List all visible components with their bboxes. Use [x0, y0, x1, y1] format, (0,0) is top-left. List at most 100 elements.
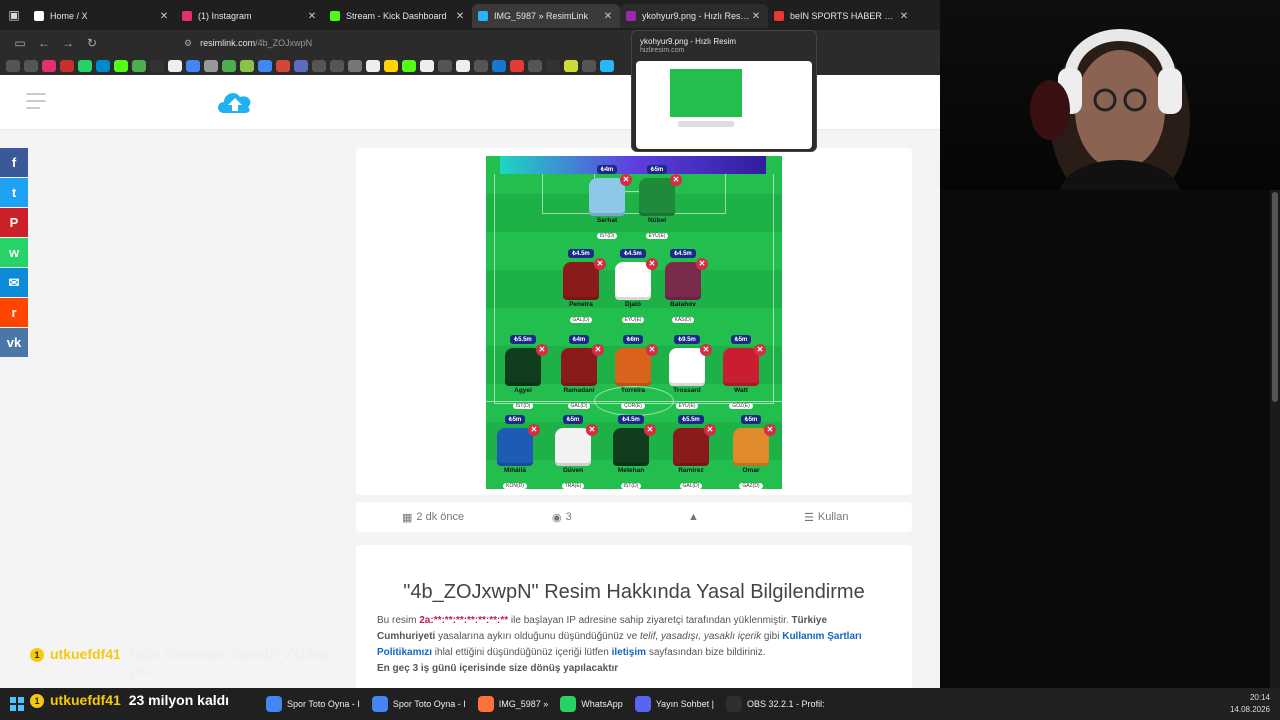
remove-player-icon[interactable]: ✕ [646, 344, 658, 356]
browser-tab[interactable]: Home / X ✕ [28, 4, 176, 28]
bookmark-icon[interactable] [78, 59, 92, 72]
contact-link[interactable]: iletişim [612, 647, 646, 658]
reload-icon[interactable]: ↻ [80, 36, 104, 50]
remove-player-icon[interactable]: ✕ [528, 424, 540, 436]
bookmark-icon[interactable] [438, 59, 452, 72]
remove-player-icon[interactable]: ✕ [594, 258, 606, 270]
tab-actions-icon[interactable]: ▣ [0, 0, 28, 30]
resimlink-logo[interactable] [214, 87, 256, 122]
remove-player-icon[interactable]: ✕ [646, 258, 658, 270]
remove-player-icon[interactable]: ✕ [644, 424, 656, 436]
bookmark-icon[interactable] [546, 59, 560, 72]
twitter-share-icon[interactable]: t [0, 178, 28, 207]
bookmark-icon[interactable] [528, 59, 542, 72]
bookmark-icon[interactable] [492, 59, 506, 72]
menu-icon[interactable] [26, 93, 46, 114]
player-card[interactable]: ₺4m ✕ Ramadani GAL(D) [554, 328, 604, 412]
bookmark-icon[interactable] [366, 59, 380, 72]
use-button[interactable]: ☰ Kullan [804, 511, 848, 524]
taskbar-app[interactable]: WhatsApp [554, 688, 629, 720]
bookmark-icon[interactable] [420, 59, 434, 72]
remove-player-icon[interactable]: ✕ [586, 424, 598, 436]
player-card[interactable]: ₺4.5m ✕ Djaló EYÜ(E) [608, 242, 658, 326]
taskbar-app[interactable]: IMG_5987 » [472, 688, 555, 720]
url-field[interactable]: ⚙ resimlink.com/4b_ZOJxwpN [184, 38, 312, 49]
bookmark-icon[interactable] [258, 59, 272, 72]
bookmark-icon[interactable] [600, 59, 614, 72]
start-button[interactable] [0, 688, 30, 720]
bookmark-icon[interactable] [114, 59, 128, 72]
remove-player-icon[interactable]: ✕ [670, 174, 682, 186]
bookmark-icon[interactable] [330, 59, 344, 72]
bookmark-icon[interactable] [564, 59, 578, 72]
bookmark-icon[interactable] [294, 59, 308, 72]
bookmark-icon[interactable] [402, 59, 416, 72]
tab-close-icon[interactable]: ✕ [602, 11, 614, 22]
player-card[interactable]: ₺5m ✕ Watt GÖZ(E) [716, 328, 766, 412]
back-icon[interactable]: ← [32, 36, 56, 50]
browser-tab[interactable]: Stream - Kick Dashboard ✕ [324, 4, 472, 28]
bookmark-icon[interactable] [222, 59, 236, 72]
bookmark-icon[interactable] [60, 59, 74, 72]
vk-share-icon[interactable]: vk [0, 328, 28, 357]
bookmark-icon[interactable] [42, 59, 56, 72]
page-scrollbar[interactable] [1270, 190, 1280, 688]
bookmark-icon[interactable] [24, 59, 38, 72]
browser-tab[interactable]: IMG_5987 » ResimLink ✕ [472, 4, 620, 28]
player-card[interactable]: ₺5m ✕ Mihâilă KON(D) [490, 408, 540, 489]
player-card[interactable]: ₺5.5m ✕ Ramirez GAL(D) [666, 408, 716, 489]
whatsapp-share-icon[interactable]: w [0, 238, 28, 267]
tab-close-icon[interactable]: ✕ [750, 11, 762, 22]
bookmark-icon[interactable] [96, 59, 110, 72]
bookmark-icon[interactable] [348, 59, 362, 72]
tab-close-icon[interactable]: ✕ [898, 11, 910, 22]
player-card[interactable]: ₺9.5m ✕ Trossard EYÜ(E) [662, 328, 712, 412]
bookmark-icon[interactable] [150, 59, 164, 72]
taskbar-app[interactable]: Spor Toto Oyna - I [366, 688, 472, 720]
player-card[interactable]: ₺5m ✕ Güven TRA(E) [548, 408, 598, 489]
browser-tab[interactable]: (1) Instagram ✕ [176, 4, 324, 28]
bookmark-icon[interactable] [204, 59, 218, 72]
email-share-icon[interactable]: ✉ [0, 268, 28, 297]
remove-player-icon[interactable]: ✕ [536, 344, 548, 356]
remove-player-icon[interactable]: ✕ [700, 344, 712, 356]
bookmark-icon[interactable] [132, 59, 146, 72]
player-card[interactable]: ₺4.5m ✕ Penetra GAL(D) [556, 242, 606, 326]
bookmark-icon[interactable] [6, 59, 20, 72]
bookmark-icon[interactable] [186, 59, 200, 72]
tab-close-icon[interactable]: ✕ [454, 11, 466, 22]
pinterest-share-icon[interactable]: P [0, 208, 28, 237]
remove-player-icon[interactable]: ✕ [764, 424, 776, 436]
remove-player-icon[interactable]: ✕ [704, 424, 716, 436]
report-button[interactable]: ▲ [688, 511, 699, 523]
bookmark-icon[interactable] [240, 59, 254, 72]
bookmark-icon[interactable] [582, 59, 596, 72]
tab-close-icon[interactable]: ✕ [158, 11, 170, 22]
taskbar-app[interactable]: Spor Toto Oyna - I [260, 688, 366, 720]
bookmark-icon[interactable] [510, 59, 524, 72]
remove-player-icon[interactable]: ✕ [620, 174, 632, 186]
collections-icon[interactable]: ▭ [8, 36, 32, 50]
taskbar-app[interactable]: OBS 32.2.1 - Profil: [720, 688, 831, 720]
remove-player-icon[interactable]: ✕ [754, 344, 766, 356]
player-card[interactable]: ₺5m ✕ Omar GAZ(D) [726, 408, 776, 489]
player-card[interactable]: ₺5.5m ✕ Agyei IST(D) [498, 328, 548, 412]
player-card[interactable]: ₺4m ✕ Serhat IST(D) [582, 158, 632, 242]
player-card[interactable]: ₺5m ✕ Nübel EYÜ(E) [632, 158, 682, 242]
player-card[interactable]: ₺4.5m ✕ Batahov KAS(D) [658, 242, 708, 326]
bookmark-icon[interactable] [474, 59, 488, 72]
bookmark-icon[interactable] [312, 59, 326, 72]
reddit-share-icon[interactable]: r [0, 298, 28, 327]
bookmark-icon[interactable] [168, 59, 182, 72]
browser-tab[interactable]: ykohyur9.png - Hızlı Resim ✕ [620, 4, 768, 28]
browser-tab[interactable]: beIN SPORTS HABER Canlı Yayın✕ [768, 4, 916, 28]
forward-icon[interactable]: → [56, 36, 80, 50]
player-card[interactable]: ₺4.5m ✕ Metehan IST(D) [606, 408, 656, 489]
remove-player-icon[interactable]: ✕ [592, 344, 604, 356]
bookmark-icon[interactable] [276, 59, 290, 72]
taskbar-clock[interactable]: 20:14 14.08.2026 [1230, 692, 1270, 716]
player-card[interactable]: ₺6m ✕ Torreira ÇOR(E) [608, 328, 658, 412]
facebook-share-icon[interactable]: f [0, 148, 28, 177]
bookmark-icon[interactable] [384, 59, 398, 72]
bookmark-icon[interactable] [456, 59, 470, 72]
